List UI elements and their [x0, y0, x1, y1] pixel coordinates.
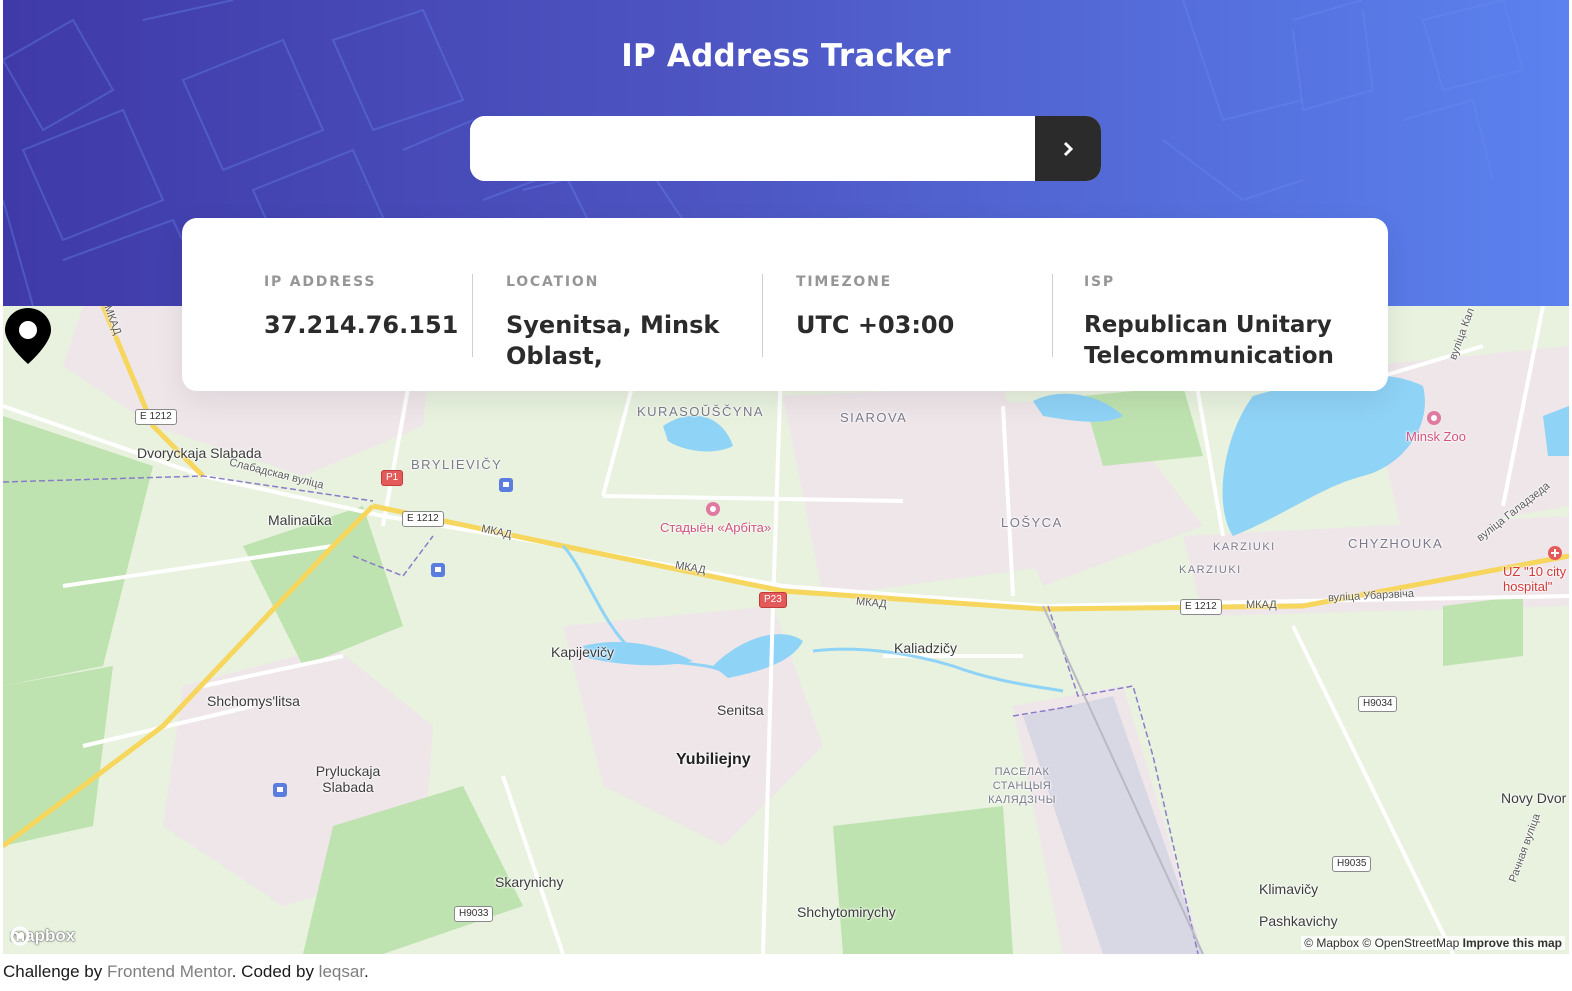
- timezone-section: TIMEZONE UTC +03:00: [762, 218, 1052, 391]
- road-shield-p1: P1: [381, 470, 404, 486]
- attribution-mapbox-link[interactable]: © Mapbox: [1304, 936, 1359, 950]
- chevron-right-icon: [1063, 141, 1073, 156]
- map-label-shchomys: Shchomys'litsa: [207, 693, 300, 709]
- location-label: LOCATION: [506, 274, 600, 290]
- map-label-pryluckaja: Pryluckaja Slabada: [315, 763, 381, 795]
- road-shield-p23: P23: [759, 592, 787, 608]
- app: IP Address Tracker Dvoryckaja Slabada Ma…: [3, 0, 1569, 954]
- timezone-label: TIMEZONE: [796, 274, 892, 290]
- isp-value: Republican Unitary Telecommunication: [1084, 312, 1334, 369]
- search-submit-button[interactable]: [1035, 116, 1101, 181]
- map-label-pashkavichy: Pashkavichy: [1259, 913, 1338, 929]
- mapbox-logo[interactable]: mapbox: [10, 926, 75, 946]
- footer-middle: . Coded by: [231, 962, 319, 981]
- location-value: Syenitsa, Minsk Oblast,: [506, 311, 720, 370]
- ip-address-section: IP ADDRESS 37.214.76.151: [182, 218, 472, 391]
- map-attribution: © Mapbox © OpenStreetMap Improve this ma…: [1301, 936, 1565, 950]
- map-label-karziuki-2: KARZIUKI: [1179, 564, 1242, 576]
- map-label-kapijevicy: Kapijevičy: [551, 644, 615, 660]
- map-label-dvoryckaja: Dvoryckaja Slabada: [137, 445, 262, 461]
- map-label-shchytomirychy: Shchytomirychy: [797, 904, 896, 920]
- ip-address-label: IP ADDRESS: [264, 274, 377, 290]
- road-shield-e1212: E 1212: [402, 511, 444, 527]
- road-shield-h9034: H9034: [1358, 696, 1398, 712]
- hospital-icon: [1548, 546, 1562, 560]
- ip-search-input[interactable]: [470, 116, 1035, 181]
- map-label-malinauka: Malinaŭka: [268, 512, 332, 528]
- map-label-kurasouscyna: KURASOŬŠČYNA: [637, 404, 765, 419]
- map-label-uz-hospital: UZ "10 city hospital": [1503, 564, 1567, 594]
- road-label-mkad-4: МКАД: [1246, 599, 1277, 611]
- road-shield-h9033: H9033: [454, 906, 494, 922]
- road-shield-h9035: H9035: [1332, 856, 1372, 872]
- frontend-mentor-link[interactable]: Frontend Mentor: [107, 962, 232, 981]
- location-section: LOCATION Syenitsa, Minsk Oblast,: [472, 218, 762, 391]
- author-link[interactable]: leqsar: [319, 962, 364, 981]
- search-form: [470, 116, 1101, 181]
- improve-map-link[interactable]: Improve this map: [1463, 936, 1562, 950]
- footer-prefix: Challenge by: [3, 962, 107, 981]
- metro-icon: [273, 783, 287, 797]
- isp-section: ISP Republican Unitary Telecommunication: [1052, 218, 1388, 391]
- map-label-klimavicy: Klimavičy: [1259, 881, 1319, 897]
- map-label-karziuki-1: KARZIUKI: [1213, 541, 1276, 553]
- stadium-icon: [706, 502, 720, 516]
- road-shield-e1212: E 1212: [1180, 599, 1222, 615]
- footer: Challenge by Frontend Mentor. Coded by l…: [3, 962, 369, 982]
- map-label-stadium: Стадыён «Арбіта»: [660, 520, 772, 535]
- map-label-losyca: LOŠYCA: [1001, 515, 1063, 530]
- metro-icon: [499, 478, 513, 492]
- footer-suffix: .: [364, 962, 369, 981]
- attribution-osm-link[interactable]: © OpenStreetMap: [1362, 936, 1459, 950]
- road-shield-e1212: E 1212: [135, 409, 177, 425]
- ip-address-value: 37.214.76.151: [264, 311, 459, 339]
- map-label-yubiliejny: Yubiliejny: [676, 751, 751, 768]
- map-label-minsk-zoo: Minsk Zoo: [1406, 429, 1466, 444]
- ip-info-card: IP ADDRESS 37.214.76.151 LOCATION Syenit…: [182, 218, 1388, 391]
- map-label-kaliadzicy: Kaliadzičy: [894, 640, 958, 656]
- location-pin-icon[interactable]: [3, 306, 53, 366]
- page-title: IP Address Tracker: [621, 38, 951, 74]
- map-label-skarynichy: Skarynichy: [495, 874, 564, 890]
- metro-icon: [431, 563, 445, 577]
- map-label-senitsa: Senitsa: [717, 702, 764, 718]
- map-label-chyzhouka: CHYZHOUKA: [1348, 536, 1444, 551]
- map[interactable]: Dvoryckaja Slabada Malinaŭka BRYLIEVIČY …: [3, 306, 1569, 954]
- zoo-icon: [1427, 411, 1441, 425]
- map-label-siarova: SIAROVA: [840, 410, 908, 425]
- timezone-value: UTC +03:00: [796, 311, 955, 339]
- map-label-novy-dvor: Novy Dvor: [1501, 790, 1567, 806]
- map-label-pasielak: ПАСЕЛАК СТАНЦЫЯ КАЛЯДЗІЧЫ: [988, 766, 1056, 806]
- map-label-bryllievicy: BRYLIEVIČY: [411, 457, 503, 472]
- isp-label: ISP: [1084, 274, 1115, 290]
- mapbox-icon: [10, 926, 30, 946]
